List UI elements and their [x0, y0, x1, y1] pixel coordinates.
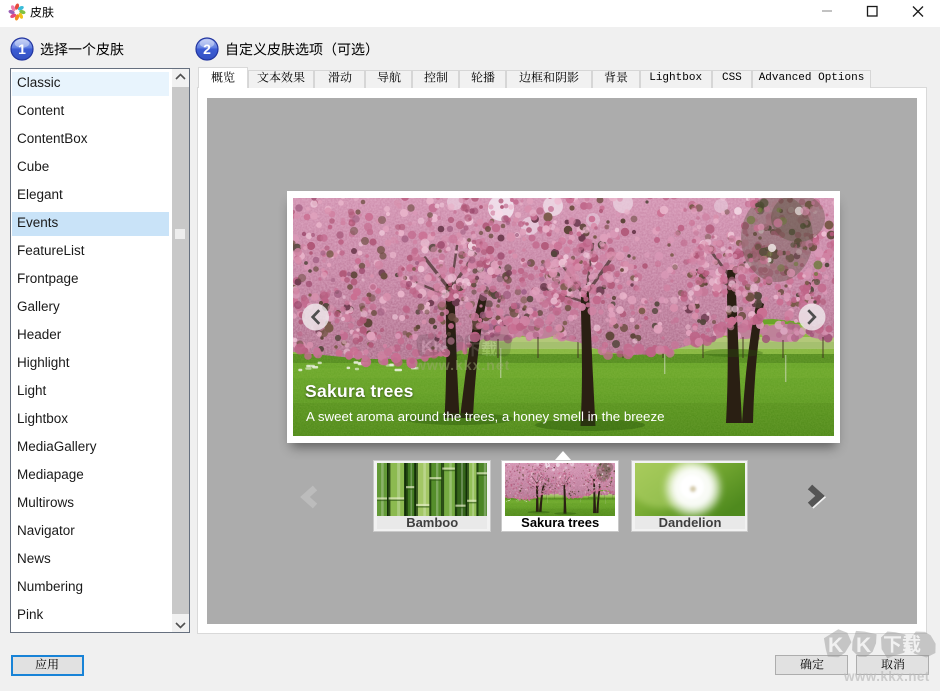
svg-text:www.kkx.net: www.kkx.net	[414, 357, 510, 373]
svg-text:2: 2	[203, 41, 211, 57]
svg-text:K: K	[828, 634, 843, 657]
svg-text:K: K	[856, 634, 871, 657]
svg-text:Sakura trees: Sakura trees	[305, 381, 414, 401]
svg-text:www.kkx.net: www.kkx.net	[843, 669, 930, 684]
svg-text:A sweet aroma around the trees: A sweet aroma around the trees, a honey …	[306, 409, 664, 424]
svg-text:1: 1	[18, 41, 26, 57]
svg-text:KK: KK	[421, 337, 446, 356]
